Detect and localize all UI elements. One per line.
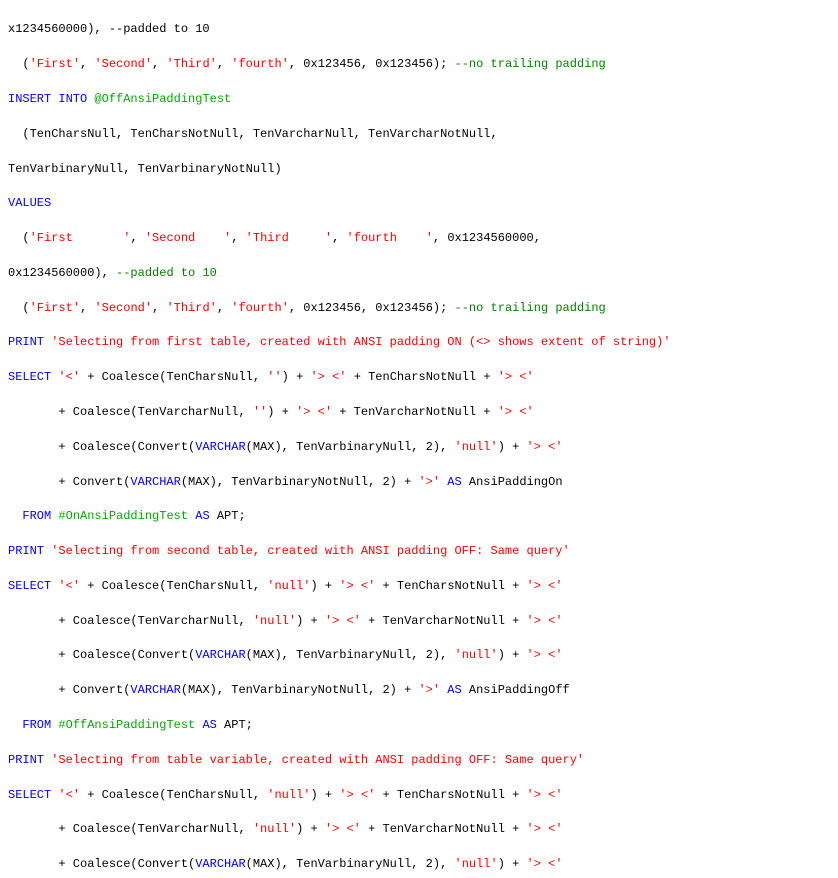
line-3: INSERT INTO @OffAnsiPaddingTest — [8, 92, 231, 106]
line-15: FROM #OnAnsiPaddingTest AS APT; — [8, 509, 246, 523]
line-7: ('First ', 'Second ', 'Third ', 'fourth … — [8, 231, 541, 245]
line-4: (TenCharsNull, TenCharsNotNull, TenVarch… — [8, 127, 498, 141]
line-22: PRINT 'Selecting from table variable, cr… — [8, 753, 584, 767]
line-2: ('First', 'Second', 'Third', 'fourth', 0… — [8, 57, 606, 71]
line-16: PRINT 'Selecting from second table, crea… — [8, 544, 570, 558]
line-5: TenVarbinaryNull, TenVarbinaryNotNull) — [8, 162, 282, 176]
line-10: PRINT 'Selecting from first table, creat… — [8, 335, 671, 349]
line-21: FROM #OffAnsiPaddingTest AS APT; — [8, 718, 253, 732]
line-1: x1234560000), --padded to 10 — [8, 22, 210, 36]
line-17: SELECT '<' + Coalesce(TenCharsNull, 'nul… — [8, 579, 563, 593]
line-25: + Coalesce(Convert(VARCHAR(MAX), TenVarb… — [8, 857, 563, 871]
line-11: SELECT '<' + Coalesce(TenCharsNull, '') … — [8, 370, 534, 384]
line-20: + Convert(VARCHAR(MAX), TenVarbinaryNotN… — [8, 683, 570, 697]
line-12: + Coalesce(TenVarcharNull, '') + '> <' +… — [8, 405, 534, 419]
code-editor: x1234560000), --padded to 10 ('First', '… — [0, 0, 838, 878]
line-9: ('First', 'Second', 'Third', 'fourth', 0… — [8, 301, 606, 315]
line-8: 0x1234560000), --padded to 10 — [8, 266, 217, 280]
line-19: + Coalesce(Convert(VARCHAR(MAX), TenVarb… — [8, 648, 563, 662]
line-14: + Convert(VARCHAR(MAX), TenVarbinaryNotN… — [8, 475, 563, 489]
line-24: + Coalesce(TenVarcharNull, 'null') + '> … — [8, 822, 563, 836]
line-13: + Coalesce(Convert(VARCHAR(MAX), TenVarb… — [8, 440, 563, 454]
line-18: + Coalesce(TenVarcharNull, 'null') + '> … — [8, 614, 563, 628]
line-6: VALUES — [8, 196, 51, 210]
line-23: SELECT '<' + Coalesce(TenCharsNull, 'nul… — [8, 788, 563, 802]
